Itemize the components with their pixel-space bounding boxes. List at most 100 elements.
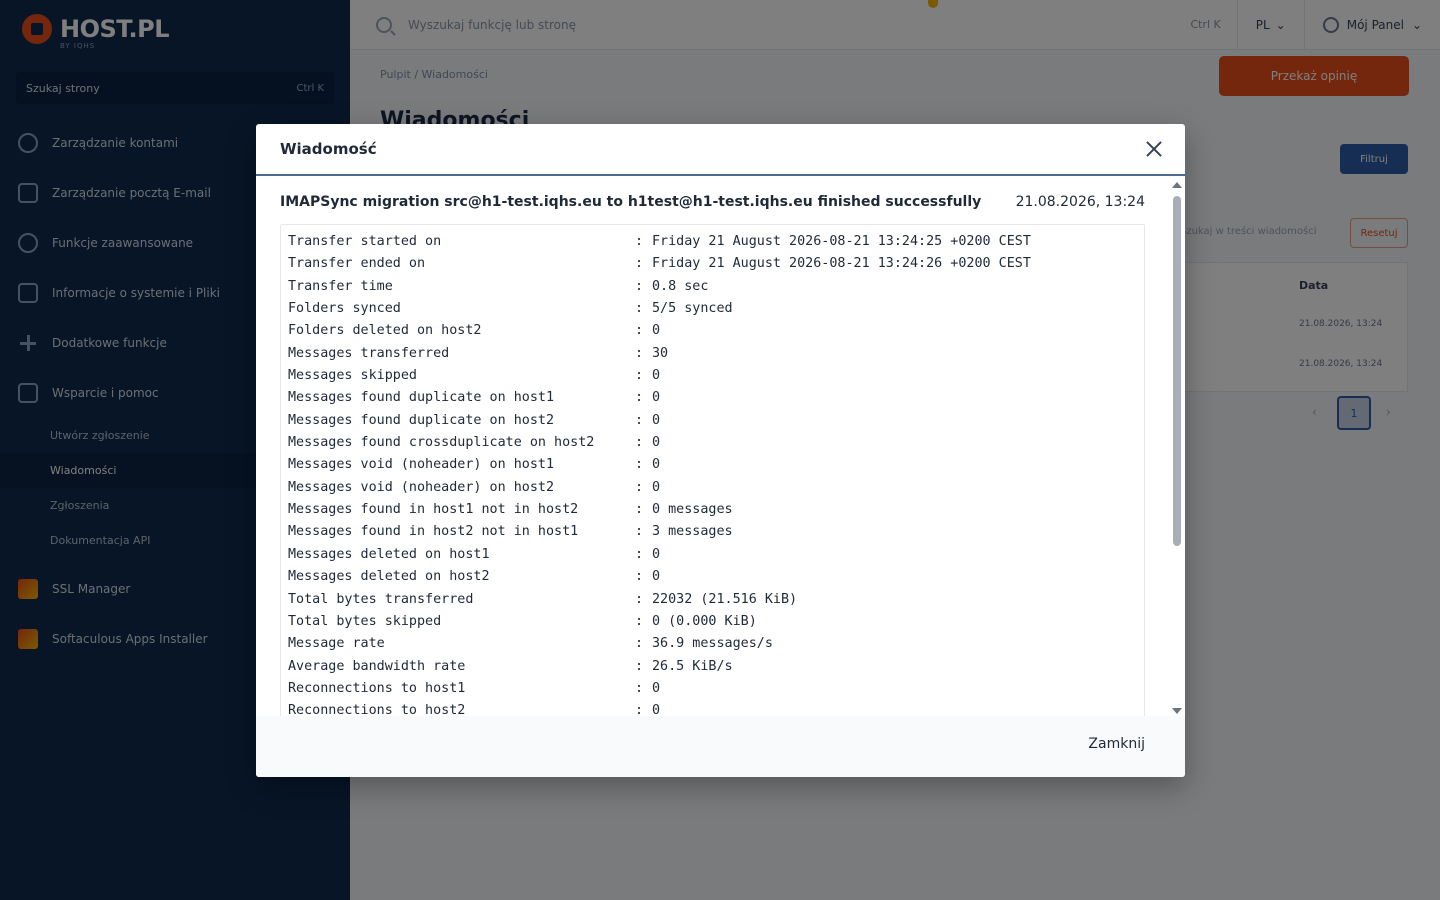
log-key: Total bytes skipped: [288, 613, 442, 629]
log-key: Total bytes transferred: [288, 591, 474, 607]
log-separator: :: [635, 680, 644, 696]
log-line: Messages void (noheader) on host1:0: [288, 454, 1144, 476]
log-value: 0: [652, 368, 661, 384]
log-key: Messages found crossduplicate on host2: [288, 435, 595, 451]
scrollbar-thumb[interactable]: [1173, 196, 1181, 546]
log-line: Messages deleted on host1:0: [288, 544, 1144, 566]
log-line: Messages skipped:0: [288, 365, 1144, 387]
log-key: Folders synced: [288, 301, 401, 317]
log-value: 3 messages: [652, 524, 733, 540]
scroll-down-icon[interactable]: [1172, 708, 1182, 714]
log-separator: :: [635, 613, 644, 629]
log-value: 0: [652, 546, 661, 562]
log-key: Transfer ended on: [288, 256, 426, 272]
log-line: Messages transferred:30: [288, 343, 1144, 365]
log-separator: :: [635, 569, 644, 585]
log-separator: :: [635, 412, 644, 428]
log-separator: :: [635, 234, 644, 249]
log-value: 0: [652, 412, 661, 428]
log-separator: :: [635, 323, 644, 339]
log-key: Message rate: [288, 636, 385, 652]
log-line: Messages void (noheader) on host2:0: [288, 477, 1144, 499]
log-line: Transfer ended on: Friday 21 August 2026-…: [288, 253, 1144, 275]
modal-title: Wiadomość: [280, 140, 377, 158]
log-line: Folders synced:5/5 synced: [288, 298, 1144, 320]
log-line: Reconnections to host2:0: [288, 700, 1144, 716]
log-key: Messages found duplicate on host2: [288, 412, 555, 428]
log-line: Transfer started on: Friday 21 August 202…: [288, 231, 1144, 253]
log-line: Folders deleted on host2:0: [288, 320, 1144, 342]
log-value: 30: [652, 345, 669, 361]
message-log: Transfer started on: Friday 21 August 202…: [280, 224, 1145, 716]
log-value: 5/5 synced: [652, 301, 733, 317]
log-key: Messages found in host1 not in host2: [288, 502, 579, 518]
log-value: 0 messages: [652, 502, 733, 518]
log-key: Transfer started on: [288, 234, 442, 249]
log-key: Messages found in host2 not in host1: [288, 524, 579, 540]
scroll-up-icon[interactable]: [1172, 182, 1182, 188]
log-separator: :: [635, 636, 644, 652]
log-line: Message rate:36.9 messages/s: [288, 633, 1144, 655]
log-line: Messages found duplicate on host2:0: [288, 410, 1144, 432]
log-line: Average bandwidth rate:26.5 KiB/s: [288, 656, 1144, 678]
modal-body[interactable]: IMAPSync migration src@h1-test.iqhs.eu t…: [256, 176, 1185, 716]
log-separator: :: [635, 524, 644, 540]
log-value: 22032 (21.516 KiB): [652, 591, 798, 607]
log-separator: :: [635, 301, 644, 317]
log-separator: :: [635, 345, 644, 361]
log-separator: :: [635, 256, 644, 272]
message-subject: IMAPSync migration src@h1-test.iqhs.eu t…: [280, 194, 982, 210]
log-key: Messages void (noheader) on host1: [288, 457, 555, 473]
log-key: Messages found duplicate on host1: [288, 390, 555, 406]
log-separator: :: [635, 457, 644, 473]
log-value: Friday 21 August 2026-08-21 13:24:26 +02…: [652, 256, 1031, 272]
log-value: 0: [652, 435, 661, 451]
close-button[interactable]: Zamknij: [1088, 736, 1145, 752]
log-key: Folders deleted on host2: [288, 323, 482, 339]
log-value: Friday 21 August 2026-08-21 13:24:25 +02…: [652, 234, 1031, 249]
log-key: Reconnections to host2: [288, 703, 466, 716]
log-separator: :: [635, 435, 644, 451]
log-line: Messages found crossduplicate on host2:0: [288, 432, 1144, 454]
log-value: 0: [652, 479, 661, 495]
log-key: Messages transferred: [288, 345, 450, 361]
log-value: 26.5 KiB/s: [652, 658, 733, 674]
log-value: 0 (0.000 KiB): [652, 613, 757, 629]
modal-footer: Zamknij: [256, 716, 1185, 777]
log-separator: :: [635, 658, 644, 674]
log-line: Messages found in host2 not in host1:3 m…: [288, 521, 1144, 543]
message-modal: Wiadomość IMAPSync migration src@h1-test…: [256, 124, 1185, 777]
log-separator: :: [635, 479, 644, 495]
log-value: 0: [652, 457, 661, 473]
log-value: 0: [652, 323, 661, 339]
log-separator: :: [635, 502, 644, 518]
modal-header: Wiadomość: [256, 124, 1185, 176]
log-key: Messages skipped: [288, 368, 417, 384]
log-key: Transfer time: [288, 278, 393, 294]
log-line: Messages found duplicate on host1:0: [288, 387, 1144, 409]
modal-scrollbar[interactable]: [1171, 182, 1183, 714]
log-separator: :: [635, 591, 644, 607]
log-line: Messages deleted on host2:0: [288, 566, 1144, 588]
log-key: Reconnections to host1: [288, 680, 466, 696]
log-value: 0: [652, 703, 661, 716]
log-line: Total bytes skipped:0 (0.000 KiB): [288, 611, 1144, 633]
log-value: 36.9 messages/s: [652, 636, 773, 652]
log-line: Messages found in host1 not in host2:0 m…: [288, 499, 1144, 521]
log-value: 0: [652, 390, 661, 406]
log-line: Total bytes transferred:22032 (21.516 Ki…: [288, 589, 1144, 611]
message-date: 21.08.2026, 13:24: [1015, 194, 1145, 210]
log-separator: :: [635, 390, 644, 406]
log-separator: :: [635, 368, 644, 384]
log-separator: :: [635, 546, 644, 562]
log-value: 0.8 sec: [652, 278, 709, 294]
log-separator: :: [635, 703, 644, 716]
log-key: Messages deleted on host1: [288, 546, 490, 562]
close-icon[interactable]: [1145, 140, 1163, 158]
log-separator: :: [635, 278, 644, 294]
log-line: Transfer time:0.8 sec: [288, 276, 1144, 298]
log-value: 0: [652, 680, 661, 696]
log-key: Average bandwidth rate: [288, 658, 466, 674]
log-line: Reconnections to host1:0: [288, 678, 1144, 700]
log-key: Messages deleted on host2: [288, 569, 490, 585]
